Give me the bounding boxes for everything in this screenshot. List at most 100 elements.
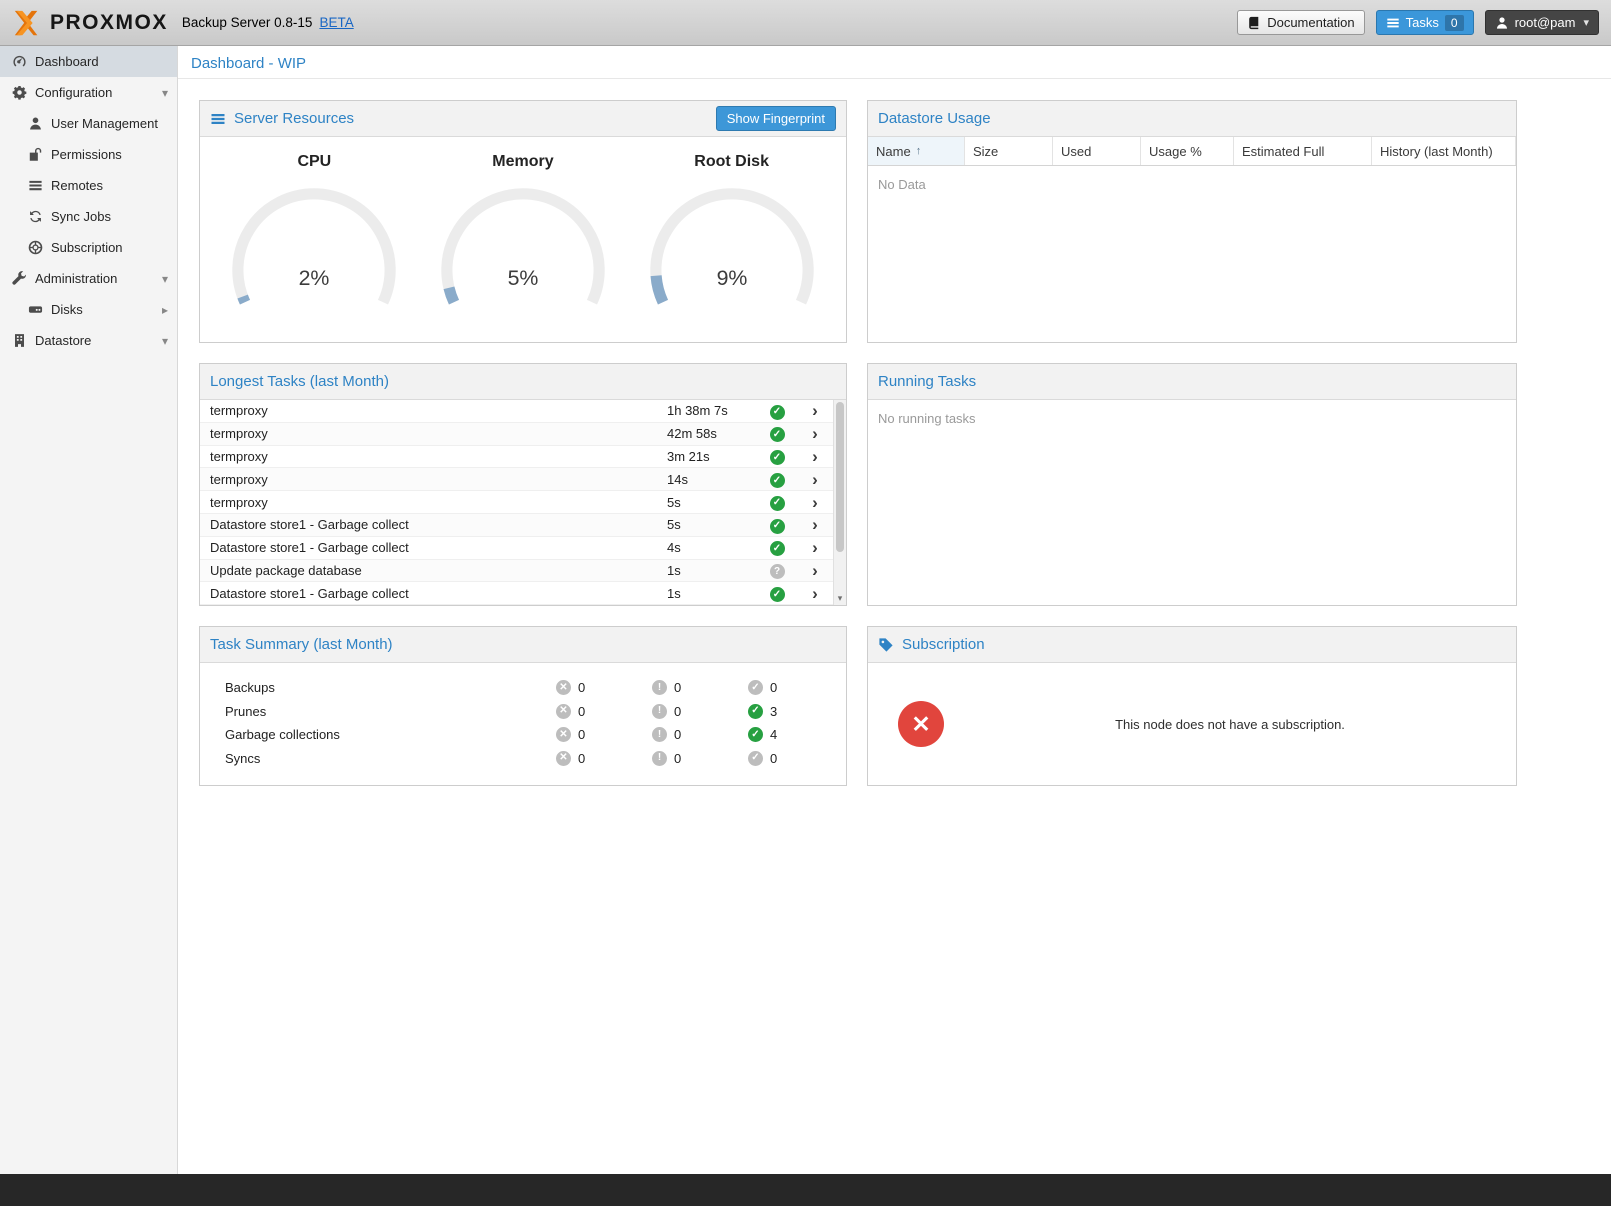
sidebar-item-sync-jobs[interactable]: Sync Jobs (0, 201, 177, 232)
sort-up-icon: ↑ (916, 145, 922, 157)
summary-label: Garbage collections (225, 727, 556, 742)
server-resources-icon (210, 111, 226, 127)
sidebar-item-remotes[interactable]: Remotes (0, 170, 177, 201)
error-circle-icon: ✕ (556, 727, 571, 742)
task-name: termproxy (200, 403, 657, 418)
task-list: termproxy1h 38m 7s✓›termproxy42m 58s✓›te… (200, 400, 846, 605)
status-ok-icon: ✓ (757, 493, 797, 511)
chevron-right-icon[interactable]: › (797, 516, 833, 533)
task-summary-panel: Task Summary (last Month) Backups✕0!0✓0P… (199, 626, 847, 786)
status-ok-icon: ✓ (757, 516, 797, 534)
summary-ok-count: ✓3 (748, 704, 844, 719)
chevron-right-icon[interactable]: › (797, 425, 833, 442)
status-unknown-icon: ? (757, 562, 797, 580)
server-resources-header: Server Resources Show Fingerprint (200, 101, 846, 137)
no-subscription-icon: ✕ (898, 701, 944, 747)
sidebar-item-permissions[interactable]: Permissions (0, 139, 177, 170)
chevron-right-icon[interactable]: › (797, 494, 833, 511)
summary-label: Backups (225, 680, 556, 695)
task-row[interactable]: termproxy42m 58s✓› (200, 423, 833, 446)
ok-circle-icon: ✓ (748, 704, 763, 719)
sidebar-item-datastore[interactable]: Datastore▾ (0, 325, 177, 356)
book-icon (1247, 16, 1261, 30)
sidebar-item-user-management[interactable]: User Management (0, 108, 177, 139)
scrollbar[interactable]: ▾ (833, 400, 846, 605)
chevron-right-icon[interactable]: › (797, 471, 833, 488)
bottom-bar (0, 1174, 1611, 1206)
caret-right-icon[interactable]: ▸ (162, 303, 168, 317)
sidebar-item-disks[interactable]: Disks ▸ (0, 294, 177, 325)
page-title: Dashboard - WIP (191, 55, 306, 72)
column-header-name[interactable]: Name↑ (868, 137, 965, 165)
summary-warning-count: !0 (652, 680, 748, 695)
task-row[interactable]: Datastore store1 - Garbage collect4s✓› (200, 537, 833, 560)
task-name: Update package database (200, 563, 657, 578)
chevron-right-icon[interactable]: › (797, 585, 833, 602)
task-list-icon (1386, 16, 1400, 30)
beta-link[interactable]: BETA (319, 15, 353, 30)
column-header-usage-[interactable]: Usage % (1141, 137, 1234, 165)
warning-circle-icon: ! (652, 727, 667, 742)
sidebar-item-configuration[interactable]: Configuration▾ (0, 77, 177, 108)
status-ok-icon: ✓ (757, 471, 797, 489)
chevron-right-icon[interactable]: › (797, 539, 833, 556)
chevron-right-icon[interactable]: › (797, 562, 833, 579)
summary-error-count: ✕0 (556, 704, 652, 719)
task-row[interactable]: Datastore store1 - Garbage collect5s✓› (200, 514, 833, 537)
column-header-estimated-full[interactable]: Estimated Full (1234, 137, 1372, 165)
task-rows: termproxy1h 38m 7s✓›termproxy42m 58s✓›te… (200, 400, 833, 605)
no-data-text: No Data (868, 166, 1516, 203)
task-row[interactable]: Update package database1s?› (200, 560, 833, 583)
sidebar-nav: DashboardConfiguration▾User ManagementPe… (0, 46, 177, 356)
task-name: termproxy (200, 472, 657, 487)
task-row[interactable]: termproxy5s✓› (200, 491, 833, 514)
lifering-icon (28, 240, 43, 255)
sidebar-item-administration[interactable]: Administration▾ (0, 263, 177, 294)
show-fingerprint-button[interactable]: Show Fingerprint (716, 106, 836, 131)
sidebar-item-dashboard[interactable]: Dashboard (0, 46, 177, 77)
summary-error-count: ✕0 (556, 727, 652, 742)
documentation-button[interactable]: Documentation (1237, 10, 1364, 35)
top-header: PROXMOX Backup Server 0.8-15 BETA Docume… (0, 0, 1611, 46)
main-content: Dashboard - WIP Server Resources Show Fi… (178, 46, 1611, 1174)
tasks-label: Tasks (1406, 15, 1439, 30)
caret-down-icon[interactable]: ▾ (162, 334, 168, 348)
scrollbar-thumb[interactable] (836, 402, 844, 552)
gauge-percent: 9% (716, 266, 747, 290)
status-ok-icon: ✓ (757, 539, 797, 557)
summary-label: Prunes (225, 704, 556, 719)
gauge-memory: Memory5% (423, 147, 623, 342)
column-header-size[interactable]: Size (965, 137, 1053, 165)
warning-circle-icon: ! (652, 680, 667, 695)
gauge-arc: 2% (221, 179, 407, 309)
chevron-right-icon[interactable]: › (797, 448, 833, 465)
panel-title: Subscription (902, 636, 985, 653)
task-duration: 3m 21s (657, 449, 757, 464)
task-row[interactable]: Datastore store1 - Garbage collect1s✓› (200, 582, 833, 605)
column-header-history-last-month-[interactable]: History (last Month) (1372, 137, 1516, 165)
subscription-header: Subscription (868, 627, 1516, 663)
task-duration: 5s (657, 495, 757, 510)
ok-circle-icon: ✓ (748, 727, 763, 742)
proxmox-x-icon (12, 8, 42, 38)
column-header-used[interactable]: Used (1053, 137, 1141, 165)
user-menu-button[interactable]: root@pam ▾ (1485, 10, 1599, 35)
proxmox-logo: PROXMOX (12, 8, 168, 38)
tasks-button[interactable]: Tasks 0 (1376, 10, 1474, 35)
caret-down-icon[interactable]: ▾ (162, 86, 168, 100)
running-tasks-panel: Running Tasks No running tasks (867, 363, 1517, 606)
server-resources-panel: Server Resources Show Fingerprint CPU2%M… (199, 100, 847, 343)
summary-error-count: ✕0 (556, 751, 652, 766)
task-row[interactable]: termproxy1h 38m 7s✓› (200, 400, 833, 423)
user-icon (28, 116, 43, 131)
scroll-down-icon[interactable]: ▾ (834, 592, 846, 605)
gauge-label: Root Disk (632, 153, 832, 171)
sync-icon (28, 209, 43, 224)
sidebar-item-subscription[interactable]: Subscription (0, 232, 177, 263)
task-row[interactable]: termproxy3m 21s✓› (200, 446, 833, 469)
chevron-right-icon[interactable]: › (797, 402, 833, 419)
sidebar-item-label: Disks (51, 302, 83, 317)
task-row[interactable]: termproxy14s✓› (200, 468, 833, 491)
caret-down-icon[interactable]: ▾ (162, 272, 168, 286)
error-circle-icon: ✕ (556, 704, 571, 719)
